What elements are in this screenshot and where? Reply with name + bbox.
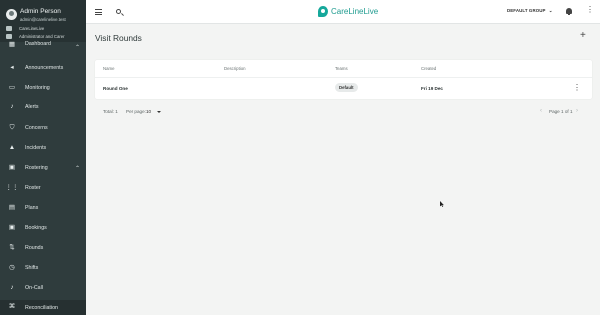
sidebar-item-concerns[interactable]: ⛉ Concerns	[0, 121, 86, 135]
mouse-cursor-icon	[440, 201, 444, 207]
sidebar-item-plans[interactable]: ▤ Plans	[0, 201, 86, 215]
team-badge: Default	[335, 83, 358, 92]
per-page-select[interactable]: 10	[146, 109, 151, 114]
route-icon: ⇅	[9, 243, 15, 251]
next-page-button[interactable]: ›	[576, 108, 578, 114]
column-header-description[interactable]: Description	[224, 66, 246, 71]
sidebar-item-roster[interactable]: ⋮⋮ Roster	[0, 181, 86, 195]
calendar-icon: ▣	[8, 223, 16, 231]
top-bar: CareLineLive DEFAULT GROUP ⌄ ⋮	[86, 0, 600, 24]
org-row: CareLineLive	[6, 26, 45, 32]
round-name[interactable]: Round One	[103, 86, 128, 91]
sidebar-item-bookings[interactable]: ▣ Bookings	[0, 221, 86, 235]
column-header-teams[interactable]: Teams	[335, 66, 348, 71]
sidebar-item-dashboard[interactable]: ▦ Dashboard ⌃	[0, 41, 86, 52]
warning-icon: ▲	[8, 143, 16, 151]
sidebar-item-on-call[interactable]: ♪ On-Call	[0, 281, 86, 295]
sidebar-item-label: Rostering	[25, 165, 48, 171]
sidebar-item-monitoring[interactable]: ▭ Monitoring	[0, 81, 86, 95]
sidebar-item-label: Alerts	[25, 104, 39, 110]
sidebar-item-shifts[interactable]: ◷ Shifts	[0, 261, 86, 275]
sidebar-item-label: Reconciliation	[25, 304, 58, 311]
chevron-up-icon: ⌃	[74, 45, 80, 51]
sidebar-item-label: Incidents	[25, 145, 47, 151]
search-icon[interactable]	[116, 9, 121, 14]
sidebar-item-label: Announcements	[25, 65, 64, 71]
user-role-icon	[6, 34, 12, 40]
role-row: Administrator and Carer	[6, 34, 65, 40]
megaphone-icon: ◂	[10, 63, 14, 71]
row-actions-icon[interactable]: ⋮	[573, 84, 581, 92]
per-page-label: Per page:	[126, 109, 146, 114]
sidebar-item-label: Roster	[25, 185, 41, 191]
dashboard-icon: ▦	[8, 41, 16, 48]
add-round-button[interactable]: +	[580, 31, 586, 41]
building-icon	[6, 26, 12, 32]
sidebar-item-label: Dashboard	[25, 41, 51, 47]
sidebar-item-label: On-Call	[25, 285, 43, 291]
sidebar-item-label: Shifts	[25, 265, 39, 271]
clock-icon: ◷	[9, 263, 15, 271]
avatar	[6, 9, 17, 20]
chevron-up-icon: ⌃	[74, 165, 80, 172]
chevron-down-icon[interactable]	[157, 111, 161, 113]
column-header-created[interactable]: Created	[421, 66, 436, 71]
org-name: CareLineLive	[19, 26, 45, 31]
user-role: Administrator and Carer	[19, 34, 65, 39]
group-label: DEFAULT GROUP	[507, 8, 546, 13]
bell-icon: ♪	[10, 283, 14, 291]
sidebar-item-alerts[interactable]: ♪ Alerts	[0, 100, 86, 114]
previous-page-button[interactable]: ‹	[540, 108, 542, 114]
brand-logo[interactable]: CareLineLive	[318, 6, 378, 17]
sidebar-item-rounds[interactable]: ⇅ Rounds	[0, 241, 86, 255]
chevron-down-icon: ⌄	[548, 8, 553, 13]
command-icon: ⌘	[8, 303, 16, 311]
sidebar-item-incidents[interactable]: ▲ Incidents	[0, 141, 86, 155]
column-header-name[interactable]: Name	[103, 66, 114, 71]
table-row[interactable]: Round One Default Fri 19 Dec ⋮	[95, 78, 592, 99]
sidebar-item-label: Monitoring	[25, 85, 50, 91]
table-icon: ▤	[8, 203, 16, 211]
shield-icon: ⛉	[9, 123, 15, 131]
sidebar-item-announcements[interactable]: ◂ Announcements	[0, 61, 86, 75]
rounds-table: Name Description Teams Created Round One…	[95, 60, 592, 99]
logo-icon	[318, 6, 328, 17]
monitor-icon: ▭	[8, 83, 16, 91]
created-date: Fri 19 Dec	[421, 86, 443, 91]
menu-icon[interactable]	[95, 9, 102, 15]
sidebar-item-rostering[interactable]: ▣ Rostering ⌃	[0, 161, 86, 175]
page-info: Page 1 of 1	[549, 109, 573, 114]
calendar-icon: ▣	[8, 163, 16, 171]
page-title: Visit Rounds	[95, 33, 142, 43]
sidebar-item-label: Bookings	[25, 225, 47, 231]
user-email: admin@carelinelive.test	[20, 17, 66, 22]
bell-icon: ♪	[10, 102, 14, 110]
sidebar-item-label: Rounds	[25, 245, 44, 251]
more-options-icon[interactable]: ⋮	[586, 6, 594, 14]
sidebar-item-label: Concerns	[25, 125, 48, 131]
sidebar-item-reconciliation[interactable]: ⌘ Reconciliation	[0, 300, 86, 315]
table-header: Name Description Teams Created	[95, 60, 592, 78]
grid-icon: ⋮⋮	[5, 183, 19, 191]
group-selector[interactable]: DEFAULT GROUP ⌄	[507, 8, 553, 14]
notifications-icon[interactable]	[566, 8, 572, 15]
sidebar: Admin Person admin@carelinelive.test Car…	[0, 0, 86, 315]
brand-name: CareLineLive	[331, 7, 379, 16]
table-footer: Total: 1 Per page: 10 ‹ Page 1 of 1 ›	[95, 104, 592, 121]
total-count: Total: 1	[103, 109, 118, 114]
user-name: Admin Person	[20, 8, 61, 15]
sidebar-item-label: Plans	[25, 205, 39, 211]
user-panel[interactable]: Admin Person admin@carelinelive.test Car…	[0, 0, 86, 42]
